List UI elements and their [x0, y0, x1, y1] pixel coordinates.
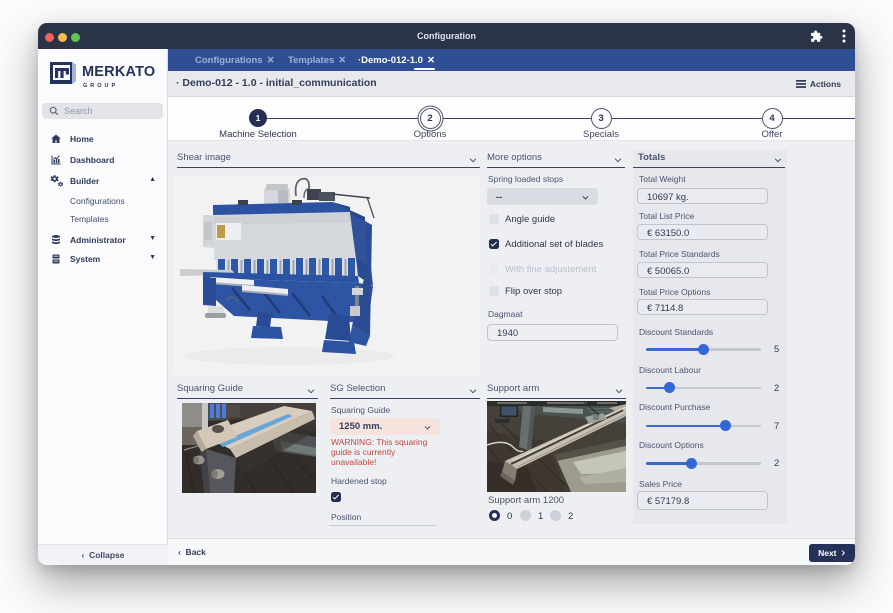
svg-text:GROUP: GROUP: [83, 83, 118, 89]
svg-text:MERKATO: MERKATO: [82, 64, 155, 80]
